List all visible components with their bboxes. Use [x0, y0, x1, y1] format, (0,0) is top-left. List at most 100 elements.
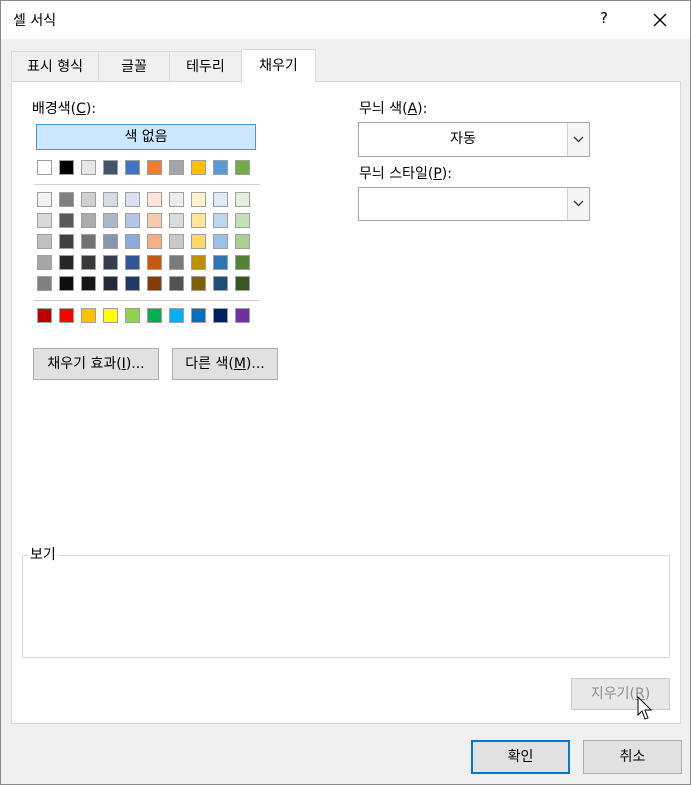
- theme-shade-swatch[interactable]: [235, 234, 250, 249]
- tab-label: 채우기: [259, 58, 298, 74]
- standard-color-swatch[interactable]: [191, 308, 206, 323]
- theme-shade-swatch[interactable]: [125, 276, 140, 291]
- theme-shade-swatch[interactable]: [191, 255, 206, 270]
- dropdown-arrow[interactable]: [567, 123, 589, 156]
- standard-color-swatch[interactable]: [147, 308, 162, 323]
- theme-shade-swatch[interactable]: [59, 255, 74, 270]
- pattern-color-label: 무늬 색(A):: [359, 101, 428, 117]
- theme-shade-swatch[interactable]: [235, 192, 250, 207]
- chevron-down-icon: [573, 136, 584, 143]
- theme-shade-swatch[interactable]: [37, 213, 52, 228]
- theme-color-swatch[interactable]: [191, 160, 206, 175]
- theme-shade-swatch[interactable]: [191, 276, 206, 291]
- standard-color-swatch[interactable]: [169, 308, 184, 323]
- theme-shade-swatch[interactable]: [147, 234, 162, 249]
- theme-shade-swatch[interactable]: [125, 192, 140, 207]
- theme-shade-swatch[interactable]: [147, 255, 162, 270]
- theme-shade-swatch[interactable]: [37, 234, 52, 249]
- theme-color-swatch[interactable]: [125, 160, 140, 175]
- standard-color-swatch[interactable]: [213, 308, 228, 323]
- standard-color-swatch[interactable]: [81, 308, 96, 323]
- theme-shade-swatch[interactable]: [81, 192, 96, 207]
- more-colors-button[interactable]: 다른 색(M)...: [172, 348, 278, 380]
- theme-shade-swatch[interactable]: [59, 276, 74, 291]
- theme-shade-swatch[interactable]: [59, 213, 74, 228]
- pattern-color-value: 자동: [450, 131, 476, 147]
- theme-shade-swatch[interactable]: [213, 192, 228, 207]
- theme-shade-swatch[interactable]: [125, 255, 140, 270]
- theme-color-swatch[interactable]: [235, 160, 250, 175]
- dropdown-arrow[interactable]: [567, 188, 589, 220]
- help-button[interactable]: ?: [593, 9, 615, 31]
- standard-color-swatch[interactable]: [59, 308, 74, 323]
- preview-label: 보기: [28, 544, 58, 564]
- theme-shade-swatch[interactable]: [235, 213, 250, 228]
- tab-label: 글꼴: [121, 59, 147, 75]
- cancel-button[interactable]: 취소: [583, 740, 682, 774]
- no-color-button[interactable]: 색 없음: [36, 124, 256, 150]
- theme-shade-swatch[interactable]: [169, 276, 184, 291]
- tab-border[interactable]: 테두리: [169, 51, 242, 81]
- theme-shade-swatch[interactable]: [81, 213, 96, 228]
- theme-shade-swatch[interactable]: [147, 213, 162, 228]
- theme-shade-swatch[interactable]: [81, 276, 96, 291]
- close-icon: [653, 13, 667, 27]
- theme-color-swatch[interactable]: [103, 160, 118, 175]
- theme-shade-swatch[interactable]: [103, 192, 118, 207]
- theme-color-swatch[interactable]: [147, 160, 162, 175]
- theme-shade-swatch[interactable]: [191, 213, 206, 228]
- theme-shade-swatch[interactable]: [191, 192, 206, 207]
- theme-shade-swatch[interactable]: [81, 255, 96, 270]
- ok-button[interactable]: 확인: [471, 740, 570, 774]
- theme-color-swatch[interactable]: [169, 160, 184, 175]
- theme-shade-swatch[interactable]: [125, 234, 140, 249]
- theme-shade-swatch[interactable]: [125, 213, 140, 228]
- theme-shade-swatch[interactable]: [37, 192, 52, 207]
- theme-shade-swatch[interactable]: [103, 213, 118, 228]
- theme-shade-swatch[interactable]: [169, 192, 184, 207]
- tab-font[interactable]: 글꼴: [98, 51, 170, 81]
- theme-shade-swatch[interactable]: [59, 192, 74, 207]
- standard-color-swatch[interactable]: [37, 308, 52, 323]
- theme-shade-swatch[interactable]: [235, 276, 250, 291]
- mouse-cursor-icon: [637, 696, 653, 720]
- theme-color-swatch[interactable]: [81, 160, 96, 175]
- theme-shade-swatch[interactable]: [191, 234, 206, 249]
- theme-shade-swatch[interactable]: [169, 234, 184, 249]
- tab-number[interactable]: 표시 형식: [11, 51, 99, 81]
- pattern-color-dropdown[interactable]: 자동: [358, 122, 590, 157]
- theme-shade-swatch[interactable]: [103, 276, 118, 291]
- theme-shade-swatch[interactable]: [213, 213, 228, 228]
- tab-fill[interactable]: 채우기: [241, 49, 316, 83]
- background-color-label: 배경색(C):: [32, 101, 97, 117]
- theme-color-swatch[interactable]: [213, 160, 228, 175]
- theme-shade-swatch[interactable]: [81, 234, 96, 249]
- theme-shade-swatch[interactable]: [103, 234, 118, 249]
- close-button[interactable]: [645, 7, 675, 33]
- pattern-style-dropdown[interactable]: [358, 187, 590, 221]
- preview-box: [22, 555, 670, 658]
- theme-shade-swatch[interactable]: [147, 192, 162, 207]
- theme-shade-swatch[interactable]: [59, 234, 74, 249]
- theme-color-swatch[interactable]: [59, 160, 74, 175]
- theme-shade-swatch[interactable]: [213, 255, 228, 270]
- pattern-style-label: 무늬 스타일(P):: [359, 166, 452, 182]
- chevron-down-icon: [573, 200, 584, 207]
- theme-shade-swatch[interactable]: [37, 255, 52, 270]
- standard-color-swatch[interactable]: [103, 308, 118, 323]
- fill-panel: 배경색(C): 색 없음 채우기 효과(I)... 다른 색(M)... 무늬 …: [11, 81, 681, 724]
- theme-shade-swatch[interactable]: [235, 255, 250, 270]
- theme-shade-swatch[interactable]: [147, 276, 162, 291]
- standard-color-swatch[interactable]: [125, 308, 140, 323]
- theme-shade-swatch[interactable]: [103, 255, 118, 270]
- theme-shade-swatch[interactable]: [37, 276, 52, 291]
- palette-divider: [34, 184, 260, 185]
- fill-effects-button[interactable]: 채우기 효과(I)...: [33, 348, 159, 380]
- theme-shade-swatch[interactable]: [169, 213, 184, 228]
- standard-color-swatch[interactable]: [235, 308, 250, 323]
- theme-shade-swatch[interactable]: [213, 276, 228, 291]
- clear-button[interactable]: 지우기(R): [571, 678, 670, 710]
- theme-color-swatch[interactable]: [37, 160, 52, 175]
- theme-shade-swatch[interactable]: [169, 255, 184, 270]
- theme-shade-swatch[interactable]: [213, 234, 228, 249]
